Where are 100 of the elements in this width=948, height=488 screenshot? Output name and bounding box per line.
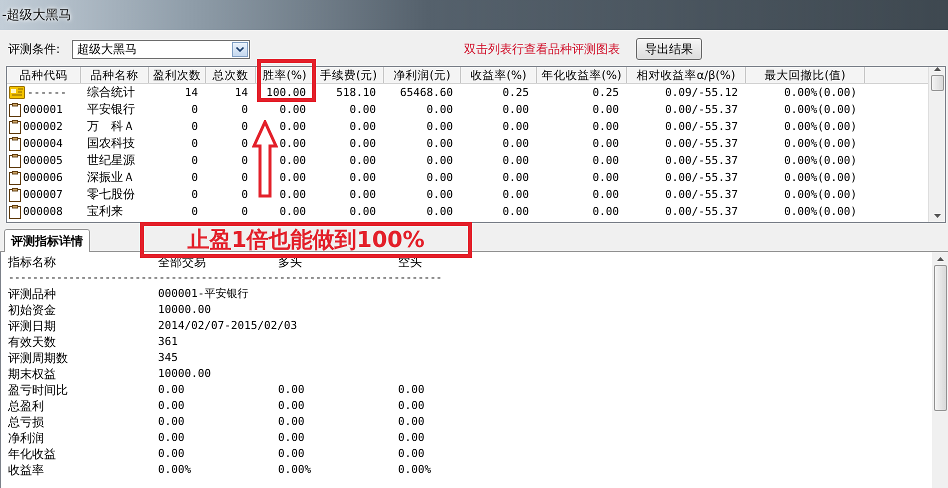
table-cell-text: 518.10 <box>335 86 377 99</box>
table-cell-text: 0 <box>190 120 199 133</box>
scroll-up-icon[interactable] <box>934 67 940 71</box>
export-button[interactable]: 导出结果 <box>636 38 702 60</box>
table-cell-text: 0 <box>240 205 249 218</box>
table-cell-text: 0.00 <box>426 205 454 218</box>
metric-value: 0.00 <box>158 398 184 414</box>
scroll-thumb[interactable] <box>930 75 944 91</box>
metric-value: 0.00 <box>398 398 424 414</box>
column-header[interactable]: 手续费(元) <box>314 67 384 83</box>
column-header[interactable]: 品种代码 <box>7 67 81 83</box>
table-cell-text: 0.00/-55.37 <box>664 188 739 201</box>
table-cell-text: 0.00 <box>278 205 307 218</box>
metric-value: 0.00 <box>278 446 304 462</box>
code-cell: 000007 <box>23 188 63 201</box>
table-cell-text: 0.00/-55.37 <box>664 154 739 167</box>
metric-value: 0.00 <box>398 446 424 462</box>
scroll-up-icon[interactable] <box>936 257 944 261</box>
table-cell-text: 0 <box>190 188 199 201</box>
clipboard-icon <box>9 188 21 202</box>
scroll-down-icon[interactable] <box>934 214 940 218</box>
column-header[interactable]: 最大回撤比(值) <box>746 67 865 83</box>
metric-value: 0.00 <box>398 414 424 430</box>
metric-value: 000001-平安银行 <box>158 286 248 302</box>
table-cell-text: 0.00%(0.00) <box>783 188 858 201</box>
scrollbar[interactable] <box>928 67 945 222</box>
table-cell-text: 0.00 <box>426 103 454 116</box>
column-header[interactable]: 年化收益率(%) <box>537 67 627 83</box>
table-cell-text: 0.00 <box>426 171 454 184</box>
code-cell: 000005 <box>23 154 63 167</box>
table-cell-text: 0.00 <box>348 120 377 133</box>
table-cell-text: 0.00 <box>592 120 620 133</box>
metric-name: 初始资金 <box>8 302 56 318</box>
metric-name: 总盈利 <box>8 398 44 414</box>
metric-name: 年化收益 <box>8 446 56 462</box>
hint-text: 双击列表行查看品种评测图表 <box>464 40 621 58</box>
table-cell-text: 14 <box>234 86 249 99</box>
clipboard-icon <box>9 102 21 116</box>
clipboard-icon <box>9 136 21 150</box>
table-cell-text: 0 <box>190 205 199 218</box>
table-cell-text: 0 <box>190 154 199 167</box>
name-cell-text: 宝利来 <box>86 203 124 220</box>
table-cell-text: 0.00 <box>502 103 530 116</box>
table-cell-text: 0.00%(0.00) <box>783 120 858 133</box>
column-header[interactable]: 总次数 <box>206 67 256 83</box>
table-cell-text: 0.00 <box>592 171 620 184</box>
scrollbar[interactable] <box>932 252 948 488</box>
table-cell-text: 0.00 <box>502 188 530 201</box>
code-cell: 000006 <box>23 171 63 184</box>
column-header[interactable]: 收益率(%) <box>461 67 537 83</box>
name-cell-text: 平安银行 <box>86 101 136 118</box>
table-cell-text: 0.00 <box>426 154 454 167</box>
table-cell-text: 0.00 <box>426 137 454 150</box>
table-cell-text: 0.00%(0.00) <box>783 205 858 218</box>
table-cell-text: 0 <box>190 137 199 150</box>
table-cell-text: 0.00 <box>426 188 454 201</box>
column-header[interactable]: 盈利次数 <box>149 67 206 83</box>
table-cell-text: 0.09/-55.12 <box>664 86 739 99</box>
column-header[interactable]: 品种名称 <box>81 67 149 83</box>
column-header: 指标名称 <box>8 254 56 270</box>
condition-dropdown[interactable]: 超级大黑马 <box>72 40 250 58</box>
name-cell-text: 零七股份 <box>86 186 136 203</box>
chevron-down-icon <box>236 46 244 52</box>
metric-value: 0.00 <box>278 414 304 430</box>
table-cell-text: 65468.60 <box>399 86 454 99</box>
table-cell-text: 0.00 <box>426 120 454 133</box>
table-cell-text: 0.00%(0.00) <box>783 154 858 167</box>
scroll-thumb[interactable] <box>934 265 946 411</box>
callout-text: 止盈1倍也能做到100% <box>187 227 425 255</box>
table-cell-text: 0.00 <box>278 137 307 150</box>
metric-name: 收益率 <box>8 462 44 478</box>
clipboard-icon <box>9 120 21 134</box>
metric-name: 总亏损 <box>8 414 44 430</box>
clipboard-icon <box>9 154 21 168</box>
card-icon <box>9 86 25 99</box>
clipboard-icon <box>9 204 21 218</box>
metric-value: 0.00 <box>158 414 184 430</box>
column-header[interactable]: 胜率(%) <box>256 67 314 83</box>
name-cell-text: 深振业Ａ <box>86 169 136 186</box>
table-cell-text: 0.00%(0.00) <box>783 171 858 184</box>
column-header[interactable]: 相对收益率α/β(%) <box>627 67 746 83</box>
table-cell-text: 0.00 <box>348 171 377 184</box>
metric-value: 0.00 <box>398 430 424 446</box>
table-cell-text: 0 <box>190 103 199 116</box>
metric-value: 0.00 <box>278 398 304 414</box>
table-cell-text: 0.00 <box>348 205 377 218</box>
table-cell-text: 0.00%(0.00) <box>783 86 858 99</box>
table-cell-text: 0.00%(0.00) <box>783 103 858 116</box>
detail-tab[interactable]: 评测指标详情 <box>4 229 90 252</box>
metric-value: 0.00 <box>158 430 184 446</box>
code-cell: 000004 <box>23 137 63 150</box>
separator-line: ------------------------------------------------------------------------ <box>8 270 443 286</box>
table-cell-text: 0.00 <box>592 154 620 167</box>
window-title: -超级大黑马 <box>2 7 72 24</box>
table-cell-text: 0.00/-55.37 <box>664 103 739 116</box>
table-cell-text: 0.00 <box>348 188 377 201</box>
table-cell-text: 0.00%(0.00) <box>783 137 858 150</box>
table-cell-text: 0.00 <box>278 188 307 201</box>
table-cell-text: 0.00 <box>348 154 377 167</box>
column-header[interactable]: 净利润(元) <box>384 67 461 83</box>
